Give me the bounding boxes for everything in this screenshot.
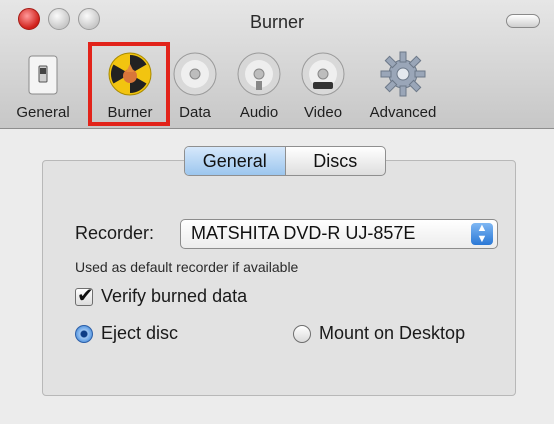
gear-icon	[380, 51, 426, 97]
recorder-select-value: MATSHITA DVD-R UJ-857E	[191, 223, 416, 243]
settings-panel	[42, 160, 516, 396]
verify-checkbox-label: Verify burned data	[101, 286, 248, 306]
tab-general[interactable]: General	[185, 147, 286, 175]
toolbar-toggle-button[interactable]	[506, 14, 540, 28]
video-dvd-icon	[301, 52, 345, 96]
eject-radio-label: Eject disc	[101, 323, 179, 343]
recorder-hint: Used as default recorder if available	[75, 259, 299, 275]
window-title: Burner	[249, 12, 305, 32]
tab-discs[interactable]: Discs	[286, 147, 386, 175]
stepper-arrows-icon: ▲ ▼	[471, 223, 493, 245]
mount-radio[interactable]	[293, 324, 311, 343]
toolbar-item-video[interactable]: Video	[296, 44, 350, 124]
toolbar-item-audio[interactable]: Audio	[232, 44, 286, 124]
mount-radio-label: Mount on Desktop	[319, 323, 466, 343]
preferences-window: Burner General Burner Data Audio Video A…	[0, 0, 554, 424]
recorder-label: Recorder:	[75, 223, 155, 243]
eject-radio[interactable]	[75, 324, 93, 343]
window-toolbar: Burner General Burner Data Audio Video A…	[0, 0, 554, 129]
checkmark-icon: ✔	[77, 284, 94, 307]
toolbar-item-data[interactable]: Data	[170, 44, 220, 124]
toolbar-item-label: General	[16, 104, 70, 121]
switch-icon	[28, 55, 58, 95]
eject-radio-row[interactable]: Eject disc	[75, 323, 178, 344]
toolbar-item-general[interactable]: General	[8, 44, 78, 124]
audio-disc-icon	[237, 52, 281, 96]
toolbar-item-advanced[interactable]: Advanced	[360, 44, 446, 124]
toolbar-item-label: Advanced	[369, 104, 437, 121]
verify-checkbox[interactable]: ✔	[75, 285, 94, 307]
selection-highlight-box	[88, 42, 170, 126]
toolbar-item-label: Data	[179, 104, 211, 121]
verify-checkbox-row[interactable]: ✔ Verify burned data	[75, 285, 248, 307]
mount-radio-row[interactable]: Mount on Desktop	[293, 323, 465, 344]
toolbar-item-label: Audio	[239, 104, 279, 121]
tab-switcher: General Discs	[184, 146, 386, 176]
toolbar-item-label: Video	[303, 104, 343, 121]
recorder-select[interactable]: MATSHITA DVD-R UJ-857E ▲ ▼	[180, 219, 498, 249]
data-disc-icon	[173, 52, 217, 96]
